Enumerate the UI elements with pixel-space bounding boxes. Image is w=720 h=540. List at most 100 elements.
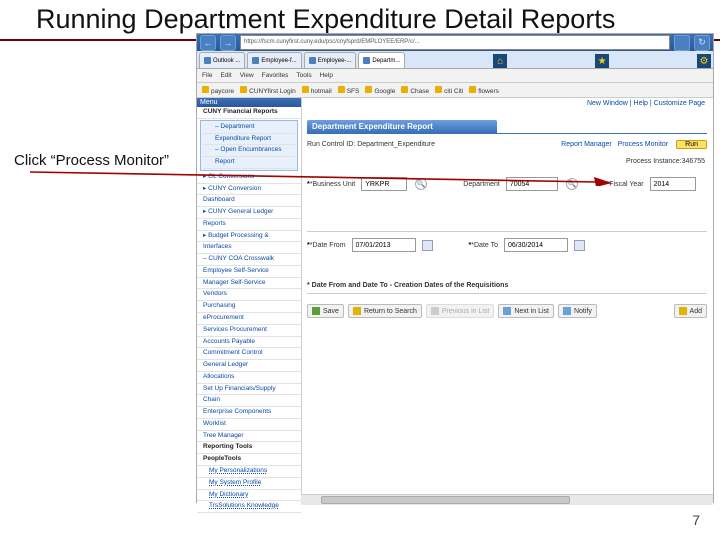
favorites-icon[interactable]: ★: [595, 54, 609, 68]
menu-item[interactable]: Reports: [197, 219, 301, 231]
menu-file[interactable]: File: [202, 72, 212, 79]
home-icon[interactable]: ⌂: [493, 54, 507, 68]
fav-sfs[interactable]: SFS: [338, 86, 360, 95]
date-from-input[interactable]: [352, 238, 416, 252]
calendar-icon[interactable]: [422, 240, 433, 251]
menu-item[interactable]: My Dictionary: [197, 490, 301, 502]
menu-item[interactable]: Allocations: [197, 372, 301, 384]
menu-item[interactable]: ▸ Budget Processing &: [197, 231, 301, 243]
menu-item[interactable]: – Open Encumbrances: [203, 145, 295, 157]
menu-item[interactable]: PeopleTools: [197, 454, 301, 466]
menu-help[interactable]: Help: [320, 72, 333, 79]
refresh-button[interactable]: ↻: [694, 35, 710, 51]
menu-item[interactable]: ▸ CUNY General Ledger: [197, 207, 301, 219]
run-control-label: Run Control ID:: [307, 141, 355, 148]
menu-item[interactable]: Manager Self-Service: [197, 278, 301, 290]
lookup-icon[interactable]: 🔍: [415, 178, 427, 190]
menu-item[interactable]: – CUNY COA Crosswalk: [197, 254, 301, 266]
menu-item[interactable]: Employee Self-Service: [197, 266, 301, 278]
return-button[interactable]: Return to Search: [348, 304, 422, 318]
star-icon: [469, 86, 476, 93]
page-number: 7: [692, 512, 700, 528]
menu-item[interactable]: Commitment Control: [197, 348, 301, 360]
customize-link[interactable]: Customize Page: [654, 100, 705, 107]
tab-department[interactable]: Departm...: [358, 52, 405, 68]
star-icon: [202, 86, 209, 93]
menu-item[interactable]: Tree Manager: [197, 431, 301, 443]
notify-button[interactable]: Notify: [558, 304, 597, 318]
menu-item[interactable]: Enterprise Components: [197, 407, 301, 419]
menu-section[interactable]: CUNY Financial Reports: [197, 107, 301, 119]
page-icon: [309, 57, 316, 64]
add-button[interactable]: Add: [674, 304, 707, 318]
next-button[interactable]: Next in List: [498, 304, 554, 318]
save-button[interactable]: Save: [307, 304, 344, 318]
report-manager-link[interactable]: Report Manager: [561, 141, 612, 148]
back-button[interactable]: ←: [200, 35, 216, 51]
fav-hotmail[interactable]: hotmail: [302, 86, 332, 95]
menu-item[interactable]: My Personalizations: [197, 466, 301, 478]
menu-view[interactable]: View: [240, 72, 254, 79]
menu-item[interactable]: Accounts Payable: [197, 337, 301, 349]
prev-button[interactable]: Previous in List: [426, 304, 494, 318]
process-monitor-link[interactable]: Process Monitor: [618, 141, 669, 148]
menu-item[interactable]: Worklist: [197, 419, 301, 431]
menu-item[interactable]: – Department: [203, 122, 295, 134]
fav-paycore[interactable]: paycore: [202, 86, 234, 95]
tab-employee-1[interactable]: Employee-f...: [247, 52, 301, 68]
address-bar[interactable]: https://fscm.cunyfirst.cuny.edu/psc/cnyf…: [240, 35, 670, 50]
up-icon: [431, 307, 439, 315]
new-window-link[interactable]: New Window: [587, 100, 628, 107]
menu-item[interactable]: Expenditure Report: [203, 134, 295, 146]
fav-google[interactable]: Google: [365, 86, 395, 95]
menu-item[interactable]: ▸ GL Conversions: [197, 172, 301, 184]
divider: [307, 293, 707, 294]
menu-favorites[interactable]: Favorites: [262, 72, 289, 79]
date-row: **Date From **Date To: [307, 238, 707, 252]
bu-input[interactable]: [361, 177, 407, 191]
lookup-icon[interactable]: 🔍: [566, 178, 578, 190]
menu-tools[interactable]: Tools: [296, 72, 311, 79]
menu-item[interactable]: Dashboard: [197, 195, 301, 207]
search-button[interactable]: [674, 35, 690, 51]
forward-button[interactable]: →: [220, 35, 236, 51]
top-links: New Window | Help | Customize Page: [587, 100, 705, 107]
date-to-label: **Date To: [469, 242, 498, 249]
menu-item[interactable]: Chain: [197, 395, 301, 407]
star-icon: [338, 86, 345, 93]
tab-employee-2[interactable]: Employee-...: [304, 52, 357, 68]
ie-menubar: File Edit View Favorites Tools Help: [197, 69, 713, 83]
menu-item[interactable]: Reporting Tools: [197, 442, 301, 454]
date-to-input[interactable]: [504, 238, 568, 252]
fy-input[interactable]: [650, 177, 696, 191]
run-button[interactable]: Run: [676, 140, 707, 149]
menu-item[interactable]: Services Procurement: [197, 325, 301, 337]
menu-item[interactable]: General Ledger: [197, 360, 301, 372]
fav-citi[interactable]: citi Citi: [435, 86, 463, 95]
calendar-icon[interactable]: [574, 240, 585, 251]
ie-titlebar: ← → https://fscm.cunyfirst.cuny.edu/psc/…: [197, 34, 713, 51]
dept-input[interactable]: [506, 177, 558, 191]
menu-item[interactable]: Vendors: [197, 289, 301, 301]
menu-item[interactable]: Interfaces: [197, 242, 301, 254]
mail-icon: [204, 57, 211, 64]
menu-item[interactable]: TrsSolutions Knowledge: [197, 501, 301, 513]
menu-item[interactable]: Report: [203, 157, 295, 169]
menu-edit[interactable]: Edit: [220, 72, 231, 79]
tools-icon[interactable]: ⚙: [697, 54, 711, 68]
menu-item[interactable]: ▸ CUNY Conversion: [197, 184, 301, 196]
scrollbar[interactable]: [301, 494, 713, 505]
menu-item[interactable]: Purchasing: [197, 301, 301, 313]
fav-chase[interactable]: Chase: [401, 86, 429, 95]
star-icon: [240, 86, 247, 93]
fav-flowers[interactable]: flowers: [469, 86, 499, 95]
menu-item[interactable]: Set Up Financials/Supply: [197, 384, 301, 396]
help-link[interactable]: Help: [634, 100, 648, 107]
tab-outlook[interactable]: Outlook ...: [199, 52, 245, 68]
tab-strip: Outlook ... Employee-f... Employee-... D…: [197, 51, 713, 69]
fav-cunyfirst[interactable]: CUNYfirst Login: [240, 86, 296, 95]
menu-item[interactable]: eProcurement: [197, 313, 301, 325]
menu-highlight: – Department Expenditure Report – Open E…: [200, 120, 298, 171]
menu-item[interactable]: My System Profile: [197, 478, 301, 490]
page-content: Menu CUNY Financial Reports – Department…: [197, 98, 713, 505]
